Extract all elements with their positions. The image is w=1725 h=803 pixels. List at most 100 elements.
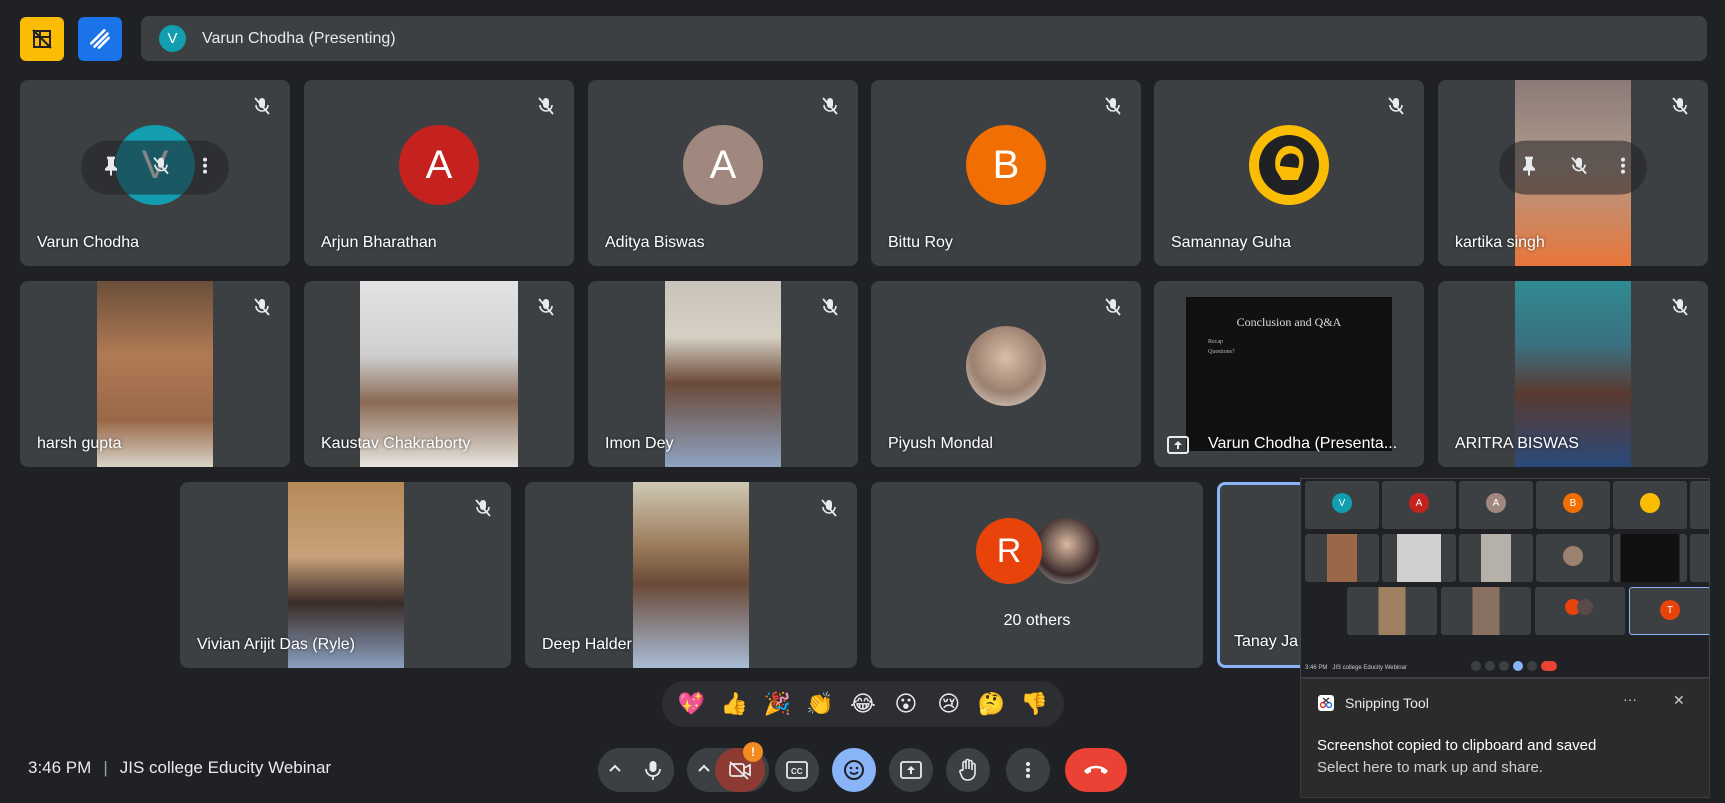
mute-icon[interactable] — [152, 155, 170, 180]
mini-control — [1527, 661, 1537, 671]
avatar: A — [1486, 493, 1506, 513]
toast-close-button[interactable]: ✕ — [1673, 692, 1685, 709]
avatar — [1034, 518, 1100, 584]
pin-icon[interactable] — [1521, 155, 1537, 180]
participant-tile[interactable]: Samannay Guha — [1154, 80, 1424, 266]
emoji-icon — [844, 760, 864, 780]
snipping-tool-notification[interactable]: Snipping Tool ··· ✕ Screenshot copied to… — [1300, 678, 1710, 798]
clock-time: 3:46 PM — [28, 758, 92, 777]
mini-tile: T — [1629, 587, 1709, 635]
participant-tile[interactable]: Imon Dey — [588, 281, 858, 467]
mic-off-icon — [1672, 97, 1688, 115]
slide-bullet: Recap — [1208, 339, 1223, 345]
reaction-thumbs-down[interactable]: 👎 — [1016, 691, 1052, 717]
avatar — [966, 326, 1046, 406]
participant-name: Aditya Biswas — [605, 234, 705, 251]
participant-name: Arjun Bharathan — [321, 234, 437, 251]
snipping-tool-icon — [1318, 695, 1334, 711]
participant-tile[interactable]: V Varun Chodha — [20, 80, 290, 266]
participant-tile[interactable]: harsh gupta — [20, 281, 290, 467]
participant-tile[interactable]: Vivian Arijit Das (Ryle) — [180, 482, 511, 668]
present-screen-icon — [900, 761, 922, 779]
more-options-icon[interactable] — [1621, 156, 1625, 179]
mic-off-icon — [538, 298, 554, 316]
participant-tile[interactable]: Deep Halder — [525, 482, 857, 668]
warning-badge: ! — [743, 742, 763, 762]
mute-icon[interactable] — [1570, 155, 1588, 180]
mini-tile: A — [1459, 481, 1533, 529]
tile-controls[interactable] — [81, 140, 229, 195]
avatar: B — [1563, 493, 1583, 513]
reaction-sad[interactable]: 😢 — [931, 691, 967, 717]
toast-app-name: Snipping Tool — [1345, 695, 1429, 711]
camera-control[interactable]: ! — [687, 742, 769, 792]
presentation-tile[interactable]: Conclusion and Q&A Recap Questions? Varu… — [1154, 281, 1424, 467]
participant-name: Vivian Arijit Das (Ryle) — [197, 636, 355, 653]
pin-icon[interactable] — [103, 155, 119, 180]
captions-icon: CC — [786, 761, 808, 779]
participant-video — [633, 482, 749, 668]
reaction-clap[interactable]: 👏 — [802, 691, 838, 717]
avatar — [1563, 546, 1583, 566]
reaction-thumbs-up[interactable]: 👍 — [716, 691, 752, 717]
avatar — [1640, 493, 1660, 513]
participant-name: harsh gupta — [37, 435, 122, 452]
slide-bullets: Recap Questions? — [1208, 337, 1235, 357]
mini-controls — [1471, 661, 1591, 673]
more-options-icon — [1026, 762, 1030, 778]
participant-tile[interactable]: kartika singh — [1438, 80, 1708, 266]
profile-picture-icon — [1259, 135, 1319, 195]
reaction-thinking[interactable]: 🤔 — [974, 691, 1010, 717]
mini-tile — [1382, 534, 1456, 582]
mini-control — [1485, 661, 1495, 671]
chevron-up-icon[interactable] — [608, 762, 622, 781]
participant-name: Varun Chodha (Presenta... — [1208, 435, 1398, 452]
mini-tile — [1535, 587, 1625, 635]
mic-off-icon — [1672, 298, 1688, 316]
participant-tile[interactable]: A Aditya Biswas — [588, 80, 858, 266]
participant-tile[interactable]: Kaustav Chakraborty — [304, 281, 574, 467]
presenter-avatar: V — [159, 25, 186, 52]
present-screen-icon — [1167, 436, 1189, 454]
reactions-button[interactable] — [832, 748, 876, 792]
participant-name: Varun Chodha — [37, 234, 139, 251]
participant-video — [665, 281, 781, 467]
presenting-bar[interactable]: V Varun Chodha (Presenting) — [141, 16, 1707, 61]
mini-tile — [1613, 534, 1687, 582]
mini-tile — [1459, 534, 1533, 582]
slide-preview: Conclusion and Q&A Recap Questions? — [1186, 297, 1392, 451]
raise-hand-button[interactable] — [946, 748, 990, 792]
reaction-party[interactable]: 🎉 — [759, 691, 795, 717]
participant-tile[interactable]: B Bittu Roy — [871, 80, 1141, 266]
self-tile[interactable]: Tanay Ja — [1217, 482, 1307, 668]
more-options-button[interactable] — [1006, 748, 1050, 792]
hang-up-icon — [1084, 765, 1108, 774]
reaction-laugh[interactable]: 😂 — [845, 691, 881, 717]
whiteboard-icon[interactable] — [78, 17, 122, 61]
leave-call-button[interactable] — [1065, 748, 1127, 792]
mini-control — [1471, 661, 1481, 671]
captions-button[interactable]: CC — [775, 748, 819, 792]
others-label: 20 others — [1003, 612, 1071, 629]
screenshot-preview[interactable]: V A A B T 3:46 PM JIS college Educity We… — [1300, 478, 1710, 678]
mini-tile: A — [1382, 481, 1456, 529]
more-options-icon[interactable] — [203, 156, 207, 179]
participant-tile[interactable]: ARITRA BISWAS — [1438, 281, 1708, 467]
separator: | — [103, 758, 108, 777]
participant-tile[interactable]: A Arjun Bharathan — [304, 80, 574, 266]
layout-icon[interactable] — [20, 17, 64, 61]
toast-more-button[interactable]: ··· — [1623, 691, 1637, 707]
participant-tile[interactable]: Piyush Mondal — [871, 281, 1141, 467]
reaction-surprised[interactable]: 😮 — [888, 691, 924, 717]
reaction-heart[interactable]: 💖 — [673, 691, 709, 717]
others-tile[interactable]: R 20 others — [871, 482, 1203, 668]
participant-name: ARITRA BISWAS — [1455, 435, 1579, 452]
microphone-icon[interactable] — [632, 748, 674, 792]
participant-name: Piyush Mondal — [888, 435, 993, 452]
tile-controls[interactable] — [1499, 140, 1647, 195]
chevron-up-icon[interactable] — [697, 762, 711, 781]
participant-name: Tanay Ja — [1234, 633, 1299, 650]
present-button[interactable] — [889, 748, 933, 792]
mic-control[interactable] — [598, 748, 674, 792]
mini-control — [1541, 661, 1557, 671]
